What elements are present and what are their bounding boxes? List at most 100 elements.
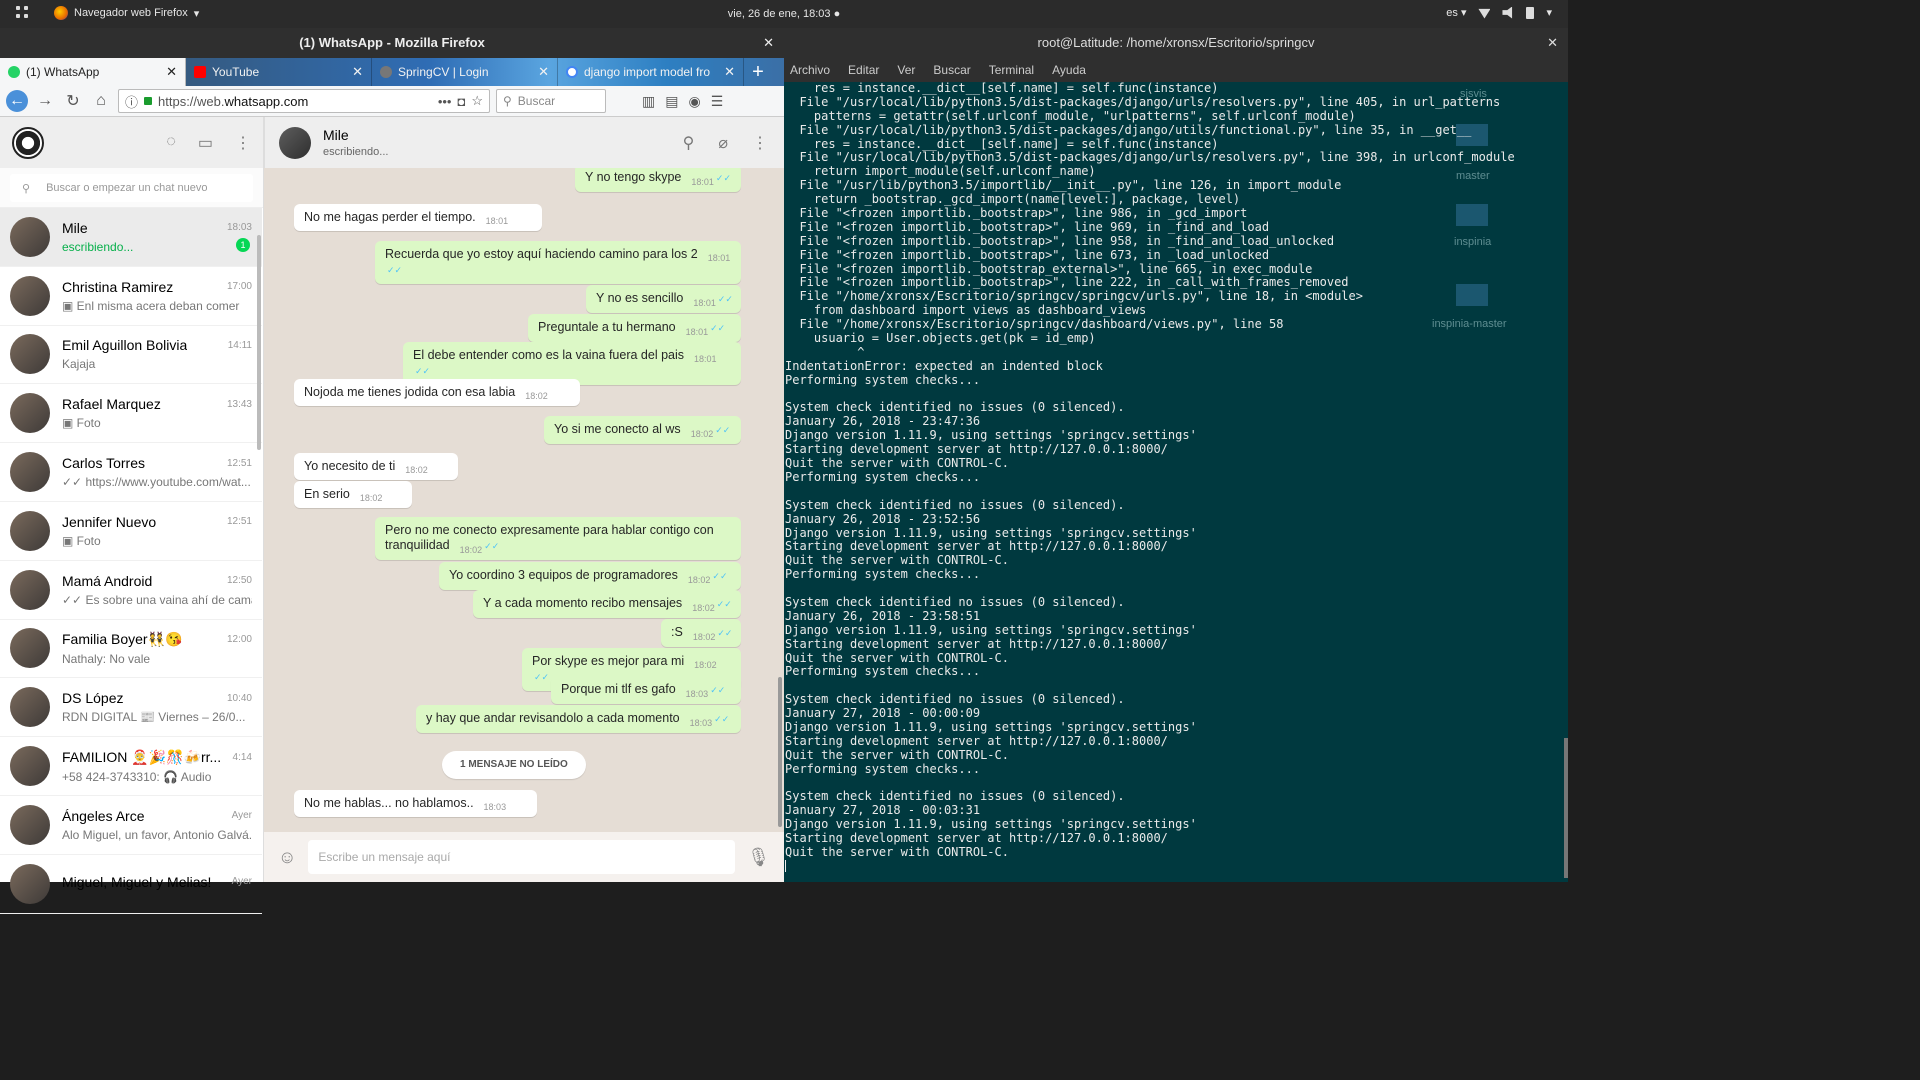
message-input[interactable]: Escribe un mensaje aquí [308,840,736,874]
microphone-icon[interactable]: 🎙 [747,847,770,868]
search-icon[interactable]: ⚲ [683,133,695,153]
tab-youtube[interactable]: YouTube ✕ [186,58,372,86]
menu-item[interactable]: Buscar [933,58,970,82]
read-receipt-icon: ✓✓ [716,599,732,609]
new-tab-button[interactable]: + [744,58,772,86]
tab-whatsapp[interactable]: (1) WhatsApp ✕ [0,58,186,86]
close-tab-icon[interactable]: ✕ [166,64,177,80]
chat-list-item[interactable]: Mamá Android 12:50 ✓✓ Es sobre una vaina a… [0,561,262,620]
new-chat-icon[interactable]: ▭ [198,133,213,153]
attach-icon[interactable]: ⌀ [718,133,728,153]
search-input[interactable]: ⚲ Buscar o empezar un chat nuevo [10,174,253,202]
chat-list-item[interactable]: Jennifer Nuevo 12:51 ▣ Foto [0,502,262,561]
outgoing-message[interactable]: Recuerda que yo estoy aquí haciendo cami… [375,241,741,284]
menu-item[interactable]: Editar [848,58,879,82]
message-text: No me hagas perder el tiempo. [304,210,476,224]
terminal-line: File "<frozen importlib._bootstrap>", li… [785,233,1335,248]
chat-list-item[interactable]: DS López 10:40 RDN DIGITAL 📰 Viernes – 26/… [0,678,262,738]
home-button[interactable]: ⌂ [90,90,112,112]
menu-item[interactable]: Terminal [989,58,1034,82]
chat-list-item[interactable]: Rafael Marquez 13:43 ▣ Foto [0,384,262,444]
menu-item[interactable]: Archivo [790,58,830,82]
battery-icon[interactable] [1526,6,1535,19]
menu-dots-icon[interactable]: ⋮ [752,133,768,153]
chevron-down-icon[interactable]: ▾ [1546,6,1552,19]
clock[interactable]: vie, 26 de ene, 18:03 ● [0,8,1568,20]
page-actions-icon[interactable]: ••• [438,94,452,109]
message-text: y hay que andar revisandolo a cada momen… [426,711,680,725]
pocket-icon[interactable]: ◘ [457,94,465,109]
forward-button[interactable]: → [34,90,56,112]
read-receipt-icon: ✓✓ [387,265,403,275]
outgoing-message[interactable]: Pero no me conecto expresamente para hab… [375,517,741,560]
close-icon[interactable]: ✕ [763,28,774,58]
incoming-message[interactable]: En serio 18:02 [294,481,412,508]
outgoing-message[interactable]: Yo si me conecto al ws 18:02 ✓✓ [544,416,741,444]
chat-list-item[interactable]: Miguel, Miguel y Melias! Ayer [0,855,262,914]
chat-name: Emil Aguillon Bolivia [62,337,188,354]
conversation-header[interactable]: Mile escribiendo... ⚲ ⌀ ⋮ [264,117,784,168]
reload-button[interactable]: ↻ [62,90,84,112]
hamburger-menu-icon[interactable]: ☰ [711,93,724,110]
contact-avatar [10,628,50,669]
chat-list-item[interactable]: Carlos Torres 12:51 ✓✓ https://www.youtube… [0,443,262,502]
outgoing-message[interactable]: Y a cada momento recibo mensajes 18:02 ✓✓ [473,590,741,618]
terminal-output[interactable]: res = instance.__dict__[self.name] = sel… [785,82,1567,882]
url-text[interactable]: https://web.whatsapp.com [158,94,432,109]
back-button[interactable]: ← [6,90,28,112]
menu-item[interactable]: Ayuda [1052,58,1086,82]
library-icon[interactable]: ▥ [642,93,655,110]
terminal-line: File "<frozen importlib._bootstrap>", li… [785,275,1349,290]
my-avatar[interactable] [12,126,44,159]
chat-list-item[interactable]: Familia Boyer👯😘 12:00 Nathaly: No vale [0,620,262,679]
system-tray[interactable]: es ▾ ▾ [1446,6,1552,19]
contact-avatar [10,746,50,787]
incoming-message[interactable]: Nojoda me tienes jodida con esa labia 18:… [294,379,580,406]
scrollbar[interactable] [257,235,261,450]
emoji-icon[interactable]: ☺ [278,847,296,868]
menu-item[interactable]: Ver [897,58,915,82]
chat-time: 18:03 [226,222,252,234]
extension-icon[interactable]: ◉ [688,93,700,110]
search-bar[interactable]: ⚲ Buscar [496,89,606,113]
contact-avatar[interactable] [279,126,311,159]
outgoing-message[interactable]: Y no tengo skype 18:01 ✓✓ [575,168,741,192]
chat-list-item[interactable]: Emil Aguillon Bolivia 14:11 Kajaja [0,326,262,385]
chat-list-item[interactable]: FAMILION 🤶🎉🎊🍻rr... 4:14 +58 424-3743310: 🎧… [0,737,262,796]
incoming-message[interactable]: No me hablas... no hablamos.. 18:03 [294,790,537,817]
info-icon[interactable]: ⓘ [125,92,138,111]
unread-label: 1 MENSAJE NO LEÍDO [442,751,586,779]
close-tab-icon[interactable]: ✕ [352,64,363,80]
chat-list-item[interactable]: Ángeles Arce Ayer Alo Miguel, un favor, An… [0,796,262,855]
sidebar-icon[interactable]: ▤ [665,93,678,110]
bookmark-star-icon[interactable]: ☆ [471,93,483,109]
status-icon[interactable]: ◌ [166,133,176,153]
volume-icon[interactable] [1502,6,1513,19]
close-icon[interactable]: ✕ [1547,28,1558,58]
wifi-icon[interactable] [1478,8,1491,19]
language-selector[interactable]: es ▾ [1446,6,1466,19]
terminal-line: Quit the server with CONTROL-C. [785,747,1009,762]
outgoing-message[interactable]: Preguntale a tu hermano 18:01 ✓✓ [528,314,741,342]
terminal-line: File "/usr/local/lib/python3.5/dist-pack… [785,94,1501,109]
close-tab-icon[interactable]: ✕ [724,64,735,80]
menu-dots-icon[interactable]: ⋮ [235,133,251,153]
message-time: 18:02 [359,493,383,503]
scrollbar[interactable] [1564,738,1568,878]
url-bar[interactable]: ⓘ https://web.whatsapp.com ••• ◘ ☆ [118,89,490,113]
outgoing-message[interactable]: :S 18:02 ✓✓ [661,619,741,647]
chat-list-item[interactable]: Christina Ramirez 17:00 ▣ Enl misma acera … [0,267,262,326]
outgoing-message[interactable]: y hay que andar revisandolo a cada momen… [416,705,741,733]
chat-list-item[interactable]: Mile 18:03 escribiendo... 1 [0,208,262,267]
tab-google[interactable]: django import model fro ✕ [558,58,744,86]
incoming-message[interactable]: Yo necesito de ti 18:02 [294,453,458,480]
outgoing-message[interactable]: Yo coordino 3 equipos de programadores 18… [439,562,741,590]
outgoing-message[interactable]: Y no es sencillo 18:01 ✓✓ [586,285,741,313]
incoming-message[interactable]: No me hagas perder el tiempo. 18:01 [294,204,542,231]
tab-springcv[interactable]: SpringCV | Login ✕ [372,58,558,86]
scrollbar[interactable] [778,677,782,827]
outgoing-message[interactable]: Porque mi tlf es gafo 18:03 ✓✓ [551,676,741,704]
close-tab-icon[interactable]: ✕ [538,64,549,80]
chat-preview: ▣ Foto [62,416,101,431]
